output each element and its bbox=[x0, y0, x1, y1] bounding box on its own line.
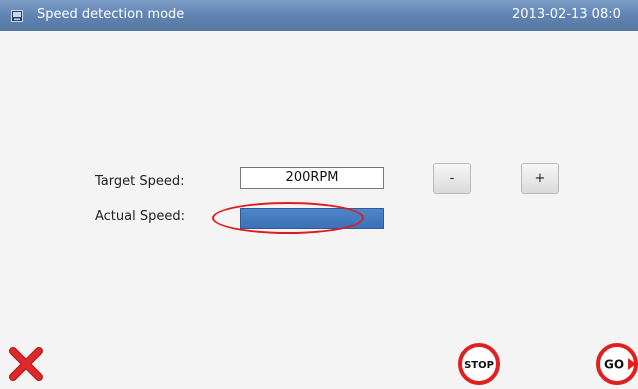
go-label: GO bbox=[604, 358, 624, 372]
target-speed-field[interactable]: 200RPM bbox=[240, 167, 384, 189]
go-button[interactable]: GO bbox=[596, 343, 638, 385]
target-speed-label: Target Speed: bbox=[95, 174, 185, 189]
decrease-speed-button[interactable]: - bbox=[433, 163, 471, 194]
screen-icon bbox=[11, 10, 23, 22]
stop-button[interactable]: STOP bbox=[458, 343, 500, 385]
actual-speed-field bbox=[240, 208, 384, 229]
increase-speed-button[interactable]: + bbox=[521, 163, 559, 194]
close-button[interactable] bbox=[8, 346, 44, 382]
red-x-icon bbox=[9, 347, 43, 381]
title-bar: Speed detection mode 2013-02-13 08:0 bbox=[0, 0, 638, 31]
stop-label: STOP bbox=[464, 360, 494, 371]
actual-speed-label: Actual Speed: bbox=[95, 209, 185, 224]
date-time: 2013-02-13 08:0 bbox=[512, 7, 621, 22]
window-title: Speed detection mode bbox=[37, 7, 185, 22]
